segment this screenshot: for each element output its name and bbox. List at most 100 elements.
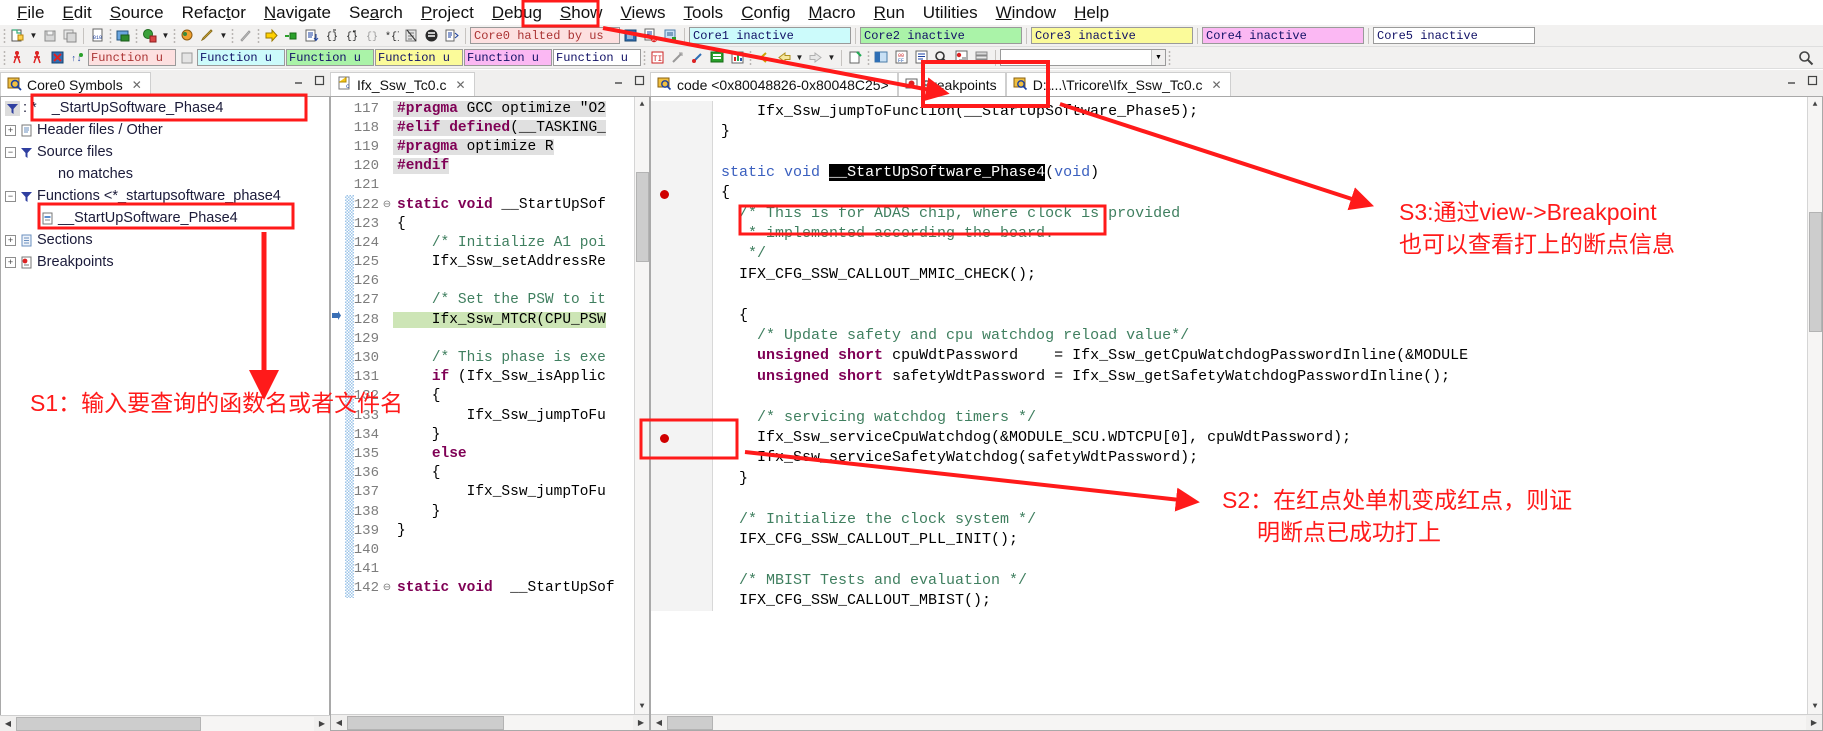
line-gutter[interactable] xyxy=(651,345,713,367)
line-marker[interactable] xyxy=(331,406,345,425)
line-gutter[interactable] xyxy=(651,427,713,448)
code-line[interactable]: /* servicing watchdog timers */ xyxy=(651,406,1806,428)
code-line[interactable] xyxy=(651,386,1806,407)
code-line[interactable]: 127 /* Set the PSW to it xyxy=(331,291,633,310)
code-line[interactable]: * implemented according the board. xyxy=(651,223,1806,244)
line-marker[interactable] xyxy=(331,540,345,559)
new-file-dropdown-icon[interactable]: ▼ xyxy=(28,26,39,45)
line-gutter[interactable] xyxy=(651,569,713,591)
core3-status-box[interactable]: Core3 inactive xyxy=(1031,27,1193,44)
step-into-icon[interactable]: {} xyxy=(322,26,341,45)
scroll-up-icon[interactable]: ▲ xyxy=(635,97,650,112)
close-icon[interactable]: ✕ xyxy=(455,78,465,92)
core5-function-box[interactable]: Function u xyxy=(553,49,641,66)
new-view-icon[interactable] xyxy=(846,48,865,67)
chart-icon[interactable] xyxy=(728,48,747,67)
line-gutter[interactable] xyxy=(651,182,713,203)
halt-icon[interactable] xyxy=(621,26,640,45)
expression-combo[interactable]: ▼ xyxy=(1000,49,1166,66)
step-core-icon[interactable]: ↑↓ xyxy=(68,48,87,67)
scroll-left-icon[interactable]: ◀ xyxy=(0,715,16,731)
code-line[interactable]: 141 xyxy=(331,560,633,579)
line-marker[interactable] xyxy=(331,176,345,195)
toolbar-grip-2[interactable] xyxy=(109,27,112,44)
line-marker[interactable] xyxy=(331,214,345,233)
minimize-icon[interactable] xyxy=(612,74,625,87)
code-line[interactable]: Ifx_Ssw_serviceSafetyWatchdog(safetyWdtP… xyxy=(651,447,1806,469)
line-gutter[interactable] xyxy=(651,366,713,387)
line-marker[interactable] xyxy=(331,157,345,176)
line-marker[interactable] xyxy=(331,521,345,540)
core4-function-box[interactable]: Function u xyxy=(464,49,552,66)
step-over-list-icon[interactable] xyxy=(302,26,321,45)
code-line[interactable]: unsigned short cpuWdtPassword = Ifx_Ssw_… xyxy=(651,345,1806,367)
toolbar-grip-6[interactable] xyxy=(257,27,260,44)
tree-expander[interactable]: − xyxy=(5,190,16,202)
tree-expander[interactable]: − xyxy=(5,146,16,158)
registers-icon[interactable] xyxy=(442,26,461,45)
code-line[interactable]: 140 xyxy=(331,540,633,559)
line-gutter[interactable] xyxy=(651,284,713,305)
scroll-left-icon[interactable]: ◀ xyxy=(651,714,667,730)
menu-item-window[interactable]: Window xyxy=(987,3,1065,23)
line-gutter[interactable] xyxy=(651,202,713,224)
code-line[interactable]: 118 #elif defined(__TASKING_ xyxy=(331,118,633,137)
line-gutter[interactable] xyxy=(651,264,713,285)
line-marker[interactable] xyxy=(331,99,345,118)
step-return-icon[interactable]: {} xyxy=(342,26,361,45)
binary-view-icon[interactable]: 010 xyxy=(88,26,107,45)
code-line[interactable]: IFX_CFG_SSW_CALLOUT_MMIC_CHECK(); xyxy=(651,264,1806,285)
line-marker[interactable] xyxy=(331,272,345,291)
code-line[interactable]: 134 } xyxy=(331,425,633,444)
pencil-icon[interactable] xyxy=(198,26,217,45)
line-marker[interactable] xyxy=(331,195,345,214)
tab-code-view-0[interactable]: code <0x80048826-0x80048C25> xyxy=(650,72,898,96)
step-out-icon[interactable]: {} xyxy=(362,26,381,45)
line-gutter[interactable] xyxy=(651,141,713,163)
line-gutter[interactable] xyxy=(651,243,713,265)
code-line[interactable]: Ifx_Ssw_jumpToFunction(__StartUpSoftware… xyxy=(651,101,1806,122)
menu-item-views[interactable]: Views xyxy=(611,3,674,23)
core0-function-box[interactable]: Function u xyxy=(88,49,176,66)
symbols-filter-input[interactable]: _StartUpSoftware_Phase4 xyxy=(40,100,329,116)
code-line[interactable]: Ifx_Ssw_serviceCpuWatchdog(&MODULE_SCU.W… xyxy=(651,427,1806,448)
close-icon[interactable]: ✕ xyxy=(1212,78,1222,92)
code-line[interactable]: 119 #pragma optimize R xyxy=(331,137,633,156)
menu-item-config[interactable]: Config xyxy=(732,3,799,23)
forward-arrow-icon[interactable] xyxy=(806,48,825,67)
code-line[interactable] xyxy=(651,284,1806,305)
load-program-icon[interactable] xyxy=(661,26,680,45)
right-code-area[interactable]: 0x80 Ifx_Ssw_jumpToFunction(__StartUpSof… xyxy=(650,96,1823,731)
core1-status-box[interactable]: Core1 inactive xyxy=(689,27,851,44)
mid-hscrollbar[interactable]: ◀ ▶ xyxy=(331,714,649,730)
code-line[interactable]: 129 xyxy=(331,329,633,348)
tree-item[interactable]: − Functions <*_startupsoftware_phase4 xyxy=(1,185,329,207)
code-line[interactable] xyxy=(651,549,1806,570)
menu-item-source[interactable]: Source xyxy=(101,3,173,23)
code-line[interactable]: 123{ xyxy=(331,214,633,233)
profile-off-icon[interactable] xyxy=(668,48,687,67)
pencil-dropdown-icon[interactable]: ▼ xyxy=(218,26,229,45)
code-line[interactable]: { xyxy=(651,182,1806,203)
code-line[interactable]: } xyxy=(651,121,1806,142)
code-line[interactable]: 142 ⊖ static void __StartUpSof xyxy=(331,579,633,598)
code-line[interactable]: 124 /* Initialize A1 poi xyxy=(331,233,633,252)
tree-item[interactable]: __StartUpSoftware_Phase4 xyxy=(1,207,329,229)
debug-launch-icon[interactable] xyxy=(140,26,159,45)
core3-function-box[interactable]: Function u xyxy=(375,49,463,66)
line-marker[interactable] xyxy=(331,387,345,406)
code-line[interactable]: */ xyxy=(651,243,1806,265)
code-line[interactable]: 128 Ifx_Ssw_MTCR(CPU_PSW xyxy=(331,310,633,329)
code-line[interactable]: IFX_CFG_SSW_CALLOUT_PLL_INIT(); xyxy=(651,529,1806,550)
mid-code-area[interactable]: 117 #pragma GCC optimize "O2 118 #elif defi… xyxy=(330,96,650,731)
tree-item[interactable]: + Breakpoints xyxy=(1,251,329,273)
code-line[interactable]: 130 /* This phase is exe xyxy=(331,348,633,367)
maximize-icon[interactable] xyxy=(313,74,326,87)
toolbar-grip-3[interactable] xyxy=(135,27,138,44)
forward-dropdown-icon[interactable]: ▼ xyxy=(826,48,837,67)
menu-item-help[interactable]: Help xyxy=(1065,3,1118,23)
menu-item-file[interactable]: File xyxy=(8,3,53,23)
line-gutter[interactable] xyxy=(651,223,713,244)
code-line[interactable]: 136 { xyxy=(331,464,633,483)
line-gutter[interactable] xyxy=(651,325,713,346)
